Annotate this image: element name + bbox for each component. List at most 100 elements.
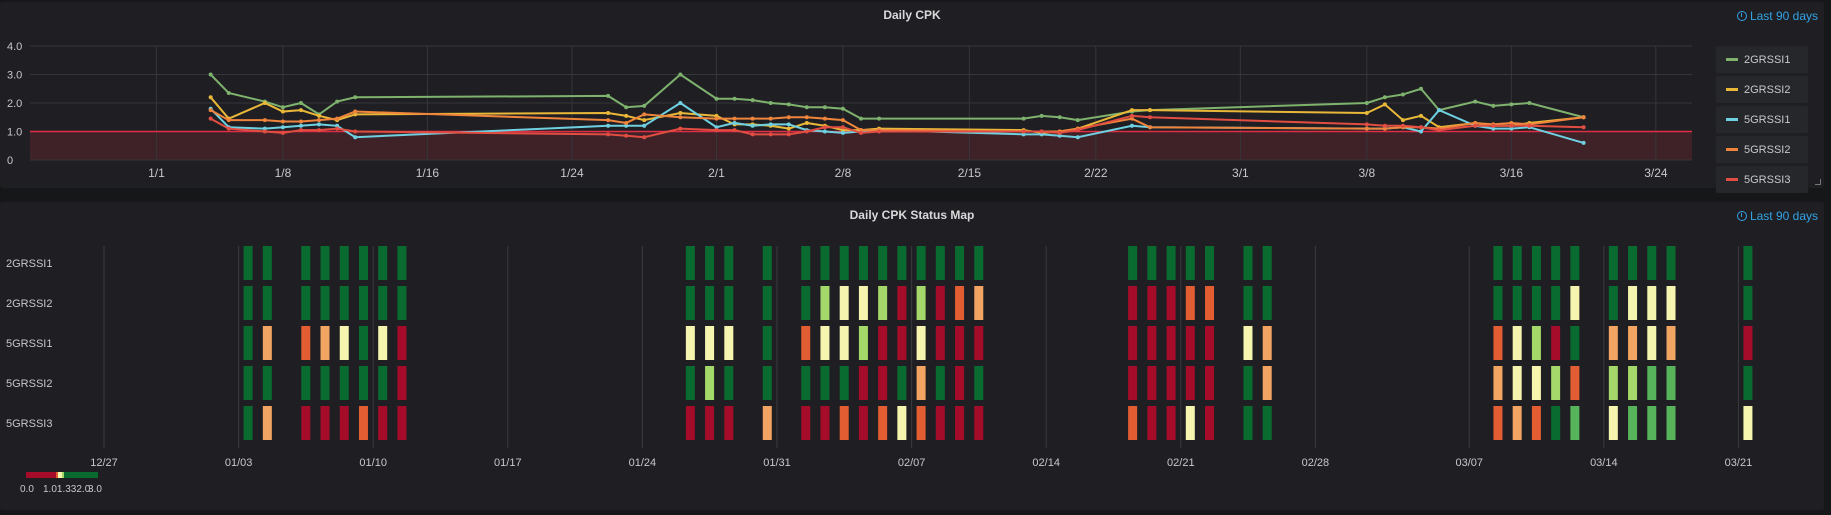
data-point[interactable] bbox=[1382, 123, 1387, 128]
data-point[interactable] bbox=[1129, 123, 1134, 128]
status-cell[interactable] bbox=[358, 366, 368, 400]
status-cell[interactable] bbox=[339, 286, 349, 320]
data-point[interactable] bbox=[786, 132, 791, 137]
data-point[interactable] bbox=[226, 126, 231, 131]
status-cell[interactable] bbox=[1147, 366, 1157, 400]
data-point[interactable] bbox=[298, 108, 303, 113]
status-cell[interactable] bbox=[705, 286, 715, 320]
data-point[interactable] bbox=[786, 102, 791, 107]
status-cell[interactable] bbox=[1608, 366, 1618, 400]
data-point[interactable] bbox=[1057, 130, 1062, 135]
status-cell[interactable] bbox=[1666, 286, 1676, 320]
data-point[interactable] bbox=[750, 123, 755, 128]
data-point[interactable] bbox=[804, 129, 809, 134]
status-cell[interactable] bbox=[1243, 286, 1253, 320]
data-point[interactable] bbox=[732, 120, 737, 125]
status-cell[interactable] bbox=[897, 246, 907, 280]
status-cell[interactable] bbox=[1243, 406, 1253, 440]
status-cell[interactable] bbox=[1512, 246, 1522, 280]
status-cell[interactable] bbox=[1647, 246, 1657, 280]
status-cell[interactable] bbox=[1512, 366, 1522, 400]
status-cell[interactable] bbox=[955, 326, 965, 360]
status-cell[interactable] bbox=[839, 286, 849, 320]
status-cell[interactable] bbox=[839, 326, 849, 360]
status-cell[interactable] bbox=[974, 326, 984, 360]
data-point[interactable] bbox=[678, 115, 683, 120]
status-cell[interactable] bbox=[1128, 286, 1138, 320]
status-cell[interactable] bbox=[820, 406, 830, 440]
status-cell[interactable] bbox=[839, 366, 849, 400]
line-chart[interactable]: 4.0 3.0 2.0 1.0 0 1/1 1/8 1/16 1/24 2/1 2/8 2/15 2/2… bbox=[0, 2, 1700, 188]
data-point[interactable] bbox=[1364, 122, 1369, 127]
status-cell[interactable] bbox=[1666, 406, 1676, 440]
status-cell[interactable] bbox=[878, 246, 888, 280]
data-point[interactable] bbox=[1148, 108, 1153, 113]
status-cell[interactable] bbox=[1647, 286, 1657, 320]
data-point[interactable] bbox=[678, 101, 683, 105]
status-cell[interactable] bbox=[378, 406, 388, 440]
status-cell[interactable] bbox=[762, 406, 772, 440]
status-cell[interactable] bbox=[801, 246, 811, 280]
data-point[interactable] bbox=[208, 108, 213, 113]
data-point[interactable] bbox=[606, 123, 611, 128]
data-point[interactable] bbox=[298, 123, 303, 128]
status-cell[interactable] bbox=[916, 366, 926, 400]
status-cell[interactable] bbox=[1666, 366, 1676, 400]
data-point[interactable] bbox=[732, 116, 737, 121]
status-cell[interactable] bbox=[839, 406, 849, 440]
status-cell[interactable] bbox=[243, 286, 253, 320]
status-cell[interactable] bbox=[762, 286, 772, 320]
status-cell[interactable] bbox=[262, 406, 272, 440]
status-cell[interactable] bbox=[358, 286, 368, 320]
data-point[interactable] bbox=[714, 128, 719, 133]
data-point[interactable] bbox=[280, 105, 285, 110]
status-cell[interactable] bbox=[820, 366, 830, 400]
status-cell[interactable] bbox=[1166, 246, 1176, 280]
status-cell[interactable] bbox=[878, 286, 888, 320]
status-cell[interactable] bbox=[858, 366, 868, 400]
status-cell[interactable] bbox=[724, 406, 734, 440]
status-cell[interactable] bbox=[1243, 246, 1253, 280]
status-cell[interactable] bbox=[1262, 246, 1272, 280]
status-cell[interactable] bbox=[935, 246, 945, 280]
data-point[interactable] bbox=[822, 129, 827, 134]
data-point[interactable] bbox=[624, 120, 629, 125]
status-cell[interactable] bbox=[1570, 326, 1580, 360]
status-cell[interactable] bbox=[320, 246, 330, 280]
data-point[interactable] bbox=[298, 101, 303, 105]
legend-item-5grssi1[interactable]: 5GRSSI1 bbox=[1716, 106, 1808, 133]
status-cell[interactable] bbox=[974, 366, 984, 400]
data-point[interactable] bbox=[1509, 102, 1514, 107]
data-point[interactable] bbox=[786, 126, 791, 131]
status-cell[interactable] bbox=[1147, 406, 1157, 440]
data-point[interactable] bbox=[317, 118, 322, 123]
data-point[interactable] bbox=[1419, 113, 1424, 118]
status-cell[interactable] bbox=[1531, 286, 1541, 320]
status-cell[interactable] bbox=[320, 406, 330, 440]
data-point[interactable] bbox=[1581, 125, 1586, 130]
status-cell[interactable] bbox=[339, 326, 349, 360]
data-point[interactable] bbox=[732, 128, 737, 133]
data-point[interactable] bbox=[1437, 128, 1442, 133]
data-point[interactable] bbox=[1509, 123, 1514, 128]
status-cell[interactable] bbox=[378, 366, 388, 400]
status-cell[interactable] bbox=[1628, 286, 1638, 320]
legend-item-5grssi2[interactable]: 5GRSSI2 bbox=[1716, 136, 1808, 163]
data-point[interactable] bbox=[877, 129, 882, 134]
status-cell[interactable] bbox=[1608, 286, 1618, 320]
data-point[interactable] bbox=[1382, 95, 1387, 100]
data-point[interactable] bbox=[859, 116, 863, 121]
status-cell[interactable] bbox=[724, 286, 734, 320]
status-cell[interactable] bbox=[1531, 406, 1541, 440]
data-point[interactable] bbox=[1400, 92, 1405, 97]
status-cell[interactable] bbox=[1628, 406, 1638, 440]
data-point[interactable] bbox=[280, 125, 285, 130]
data-point[interactable] bbox=[1419, 129, 1424, 134]
status-cell[interactable] bbox=[1628, 366, 1638, 400]
data-point[interactable] bbox=[732, 96, 737, 101]
data-point[interactable] bbox=[298, 119, 303, 124]
status-cell[interactable] bbox=[897, 286, 907, 320]
status-cell[interactable] bbox=[974, 286, 984, 320]
data-point[interactable] bbox=[750, 98, 755, 103]
status-cell[interactable] bbox=[320, 366, 330, 400]
